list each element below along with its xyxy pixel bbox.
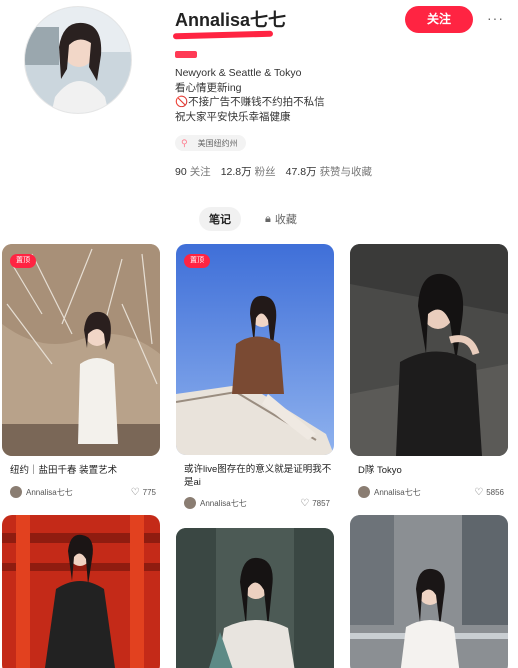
like-count[interactable]: ♡ 7857	[300, 498, 330, 509]
profile-stats: 90 关注 12.8万 粉丝 47.8万 获赞与收藏	[175, 164, 372, 179]
profile-tabs: 笔记 🔒︎ 收藏	[199, 207, 307, 231]
bio-line: Newyork & Seattle & Tokyo	[175, 67, 302, 79]
likes-stat: 47.8万 获赞与收藏	[285, 166, 373, 178]
bio-line: 🚫不接广告不赚钱不约拍不私信	[175, 96, 325, 108]
pinned-badge: 置顶	[10, 254, 36, 268]
note-title[interactable]: 或许live图存在的意义就是证明我不是ai	[184, 463, 334, 489]
note-card[interactable]	[176, 528, 334, 668]
note-card[interactable]: 置顶 纽约｜盐田千春 装置艺术 Annalisa七七 ♡ 775	[2, 244, 160, 504]
note-meta: Annalisa七七 ♡ 775	[10, 486, 156, 498]
note-cover[interactable]: 置顶	[2, 244, 160, 456]
location-label: 美国纽约州	[197, 138, 238, 148]
note-cover[interactable]	[350, 244, 508, 456]
note-cover[interactable]	[350, 515, 508, 668]
note-title[interactable]: 纽约｜盐田千春 装置艺术	[10, 464, 160, 477]
author-avatar[interactable]	[358, 486, 370, 498]
note-cover[interactable]	[176, 528, 334, 668]
note-meta: Annalisa七七 ♡ 5856	[358, 486, 504, 498]
follow-button[interactable]: 关注	[405, 6, 473, 33]
author-avatar[interactable]	[184, 497, 196, 509]
author-name[interactable]: Annalisa七七	[374, 487, 474, 498]
lock-icon: 🔒︎	[265, 212, 271, 225]
followers-stat[interactable]: 12.8万 粉丝	[221, 164, 276, 179]
heart-icon: ♡	[474, 486, 484, 498]
bio-line: 祝大家平安快乐幸福健康	[175, 110, 291, 123]
profile-bio: Newyork & Seattle & Tokyo 看心情更新ing 🚫不接广告…	[175, 66, 325, 124]
location-tag: ⚲ 美国纽约州	[175, 135, 246, 151]
like-count[interactable]: ♡ 775	[131, 487, 156, 498]
heart-icon: ♡	[130, 486, 140, 498]
following-stat[interactable]: 90 关注	[175, 164, 211, 179]
note-title[interactable]: D隊 Tokyo	[358, 464, 508, 477]
profile-avatar[interactable]	[24, 6, 132, 114]
location-pin-icon: ⚲	[181, 137, 188, 148]
note-meta: Annalisa七七 ♡ 7857	[184, 497, 330, 509]
author-name[interactable]: Annalisa七七	[200, 498, 300, 509]
tab-collections[interactable]: 🔒︎ 收藏	[255, 207, 307, 231]
author-avatar[interactable]	[10, 486, 22, 498]
profile-name: Annalisa七七	[175, 10, 287, 30]
heart-icon: ♡	[300, 497, 310, 509]
redaction-mark	[172, 30, 274, 40]
redaction-mark	[175, 51, 197, 58]
author-name[interactable]: Annalisa七七	[26, 487, 131, 498]
more-icon[interactable]: ···	[487, 10, 504, 26]
note-card[interactable]	[2, 515, 160, 668]
note-card[interactable]	[350, 515, 508, 668]
tab-notes[interactable]: 笔记	[199, 207, 241, 231]
like-count[interactable]: ♡ 5856	[474, 487, 504, 498]
bio-line: 看心情更新ing	[175, 81, 242, 94]
note-card[interactable]: D隊 Tokyo Annalisa七七 ♡ 5856	[350, 244, 508, 504]
pinned-badge: 置顶	[184, 254, 210, 268]
note-card[interactable]: 置顶 或许live图存在的意义就是证明我不是ai Annalisa七七 ♡ 785…	[176, 244, 334, 516]
note-cover[interactable]	[2, 515, 160, 668]
note-cover[interactable]: 置顶	[176, 244, 334, 455]
